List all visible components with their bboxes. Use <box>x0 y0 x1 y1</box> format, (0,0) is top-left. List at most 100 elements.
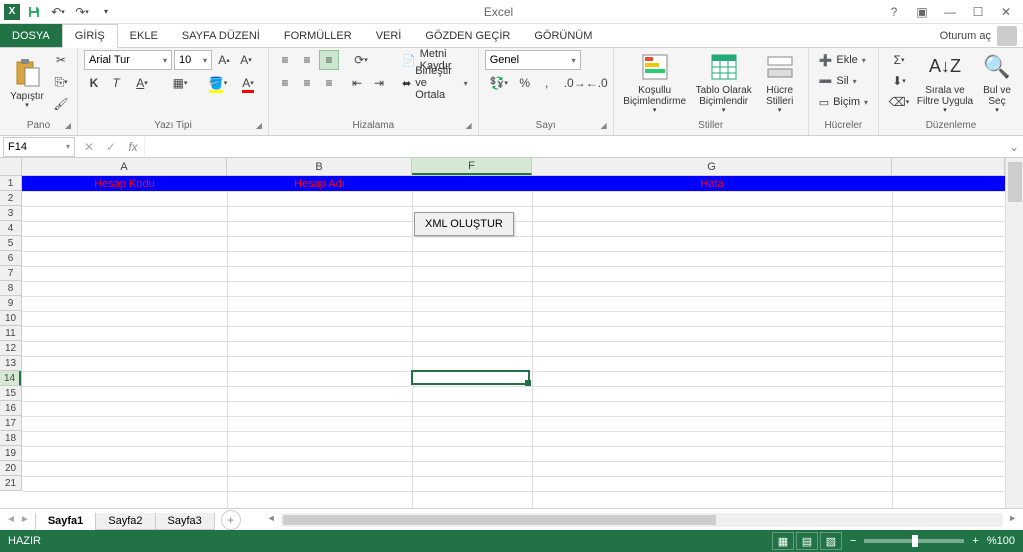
decrease-indent-icon[interactable]: ⇤ <box>347 73 367 93</box>
tab-view[interactable]: GÖRÜNÜM <box>522 24 604 47</box>
increase-font-icon[interactable]: A▴ <box>214 50 234 70</box>
row-header-8[interactable]: 8 <box>0 281 21 296</box>
page-break-view-icon[interactable]: ▧ <box>820 532 842 550</box>
fill-color-icon[interactable]: 🪣▾ <box>204 73 232 93</box>
delete-cells-button[interactable]: ➖Sil▾ <box>815 71 861 91</box>
row-header-12[interactable]: 12 <box>0 341 21 356</box>
sheet-tab-sayfa1[interactable]: Sayfa1 <box>35 513 96 530</box>
italic-icon[interactable]: T <box>106 73 126 93</box>
row-header-10[interactable]: 10 <box>0 311 21 326</box>
font-name-combo[interactable]: Arial Tur▾ <box>84 50 172 70</box>
alignment-launcher-icon[interactable]: ◢ <box>466 119 472 133</box>
column-header-B[interactable]: B <box>227 158 412 175</box>
format-cells-button[interactable]: ▭Biçim▾ <box>815 92 872 112</box>
align-left-icon[interactable]: ≡ <box>275 73 295 93</box>
zoom-slider[interactable] <box>864 539 964 543</box>
tab-data[interactable]: VERİ <box>364 24 414 47</box>
tab-formulas[interactable]: FORMÜLLER <box>272 24 364 47</box>
merge-center-button[interactable]: ⬌Birleştir ve Ortala▾ <box>398 73 472 93</box>
row-header-5[interactable]: 5 <box>0 236 21 251</box>
row-header-13[interactable]: 13 <box>0 356 21 371</box>
row-headers[interactable]: 123456789101112131415161718192021 <box>0 176 22 491</box>
sheet-nav-next-icon[interactable]: ► <box>20 514 30 525</box>
row-header-7[interactable]: 7 <box>0 266 21 281</box>
paste-button[interactable]: Yapıştır ▾ <box>6 50 48 116</box>
fill-icon[interactable]: ⬇▾ <box>885 71 913 91</box>
tab-insert[interactable]: EKLE <box>118 24 170 47</box>
zoom-in-icon[interactable]: + <box>972 535 978 547</box>
clipboard-launcher-icon[interactable]: ◢ <box>65 119 71 133</box>
decrease-decimal-icon[interactable]: ←.0 <box>587 73 607 93</box>
column-headers[interactable]: ABFG <box>22 158 1005 176</box>
underline-icon[interactable]: A▾ <box>128 73 156 93</box>
accounting-format-icon[interactable]: 💱▾ <box>485 73 513 93</box>
bold-icon[interactable]: K <box>84 73 104 93</box>
expand-formula-bar-icon[interactable]: ⌄ <box>1005 140 1023 154</box>
row-header-4[interactable]: 4 <box>0 221 21 236</box>
new-sheet-button[interactable]: + <box>221 510 241 530</box>
align-top-icon[interactable]: ≡ <box>275 50 295 70</box>
tab-page-layout[interactable]: SAYFA DÜZENİ <box>170 24 272 47</box>
maximize-icon[interactable]: ☐ <box>965 2 991 22</box>
increase-decimal-icon[interactable]: .0→ <box>565 73 585 93</box>
qat-customize-icon[interactable]: ▾ <box>96 2 116 22</box>
align-bottom-icon[interactable]: ≡ <box>319 50 339 70</box>
ribbon-display-icon[interactable]: ▣ <box>909 2 935 22</box>
minimize-icon[interactable]: — <box>937 2 963 22</box>
tab-file[interactable]: DOSYA <box>0 24 62 47</box>
row-header-20[interactable]: 20 <box>0 461 21 476</box>
sheet-tab-sayfa2[interactable]: Sayfa2 <box>95 513 155 530</box>
find-select-button[interactable]: 🔍 Bul ve Seç▾ <box>977 50 1017 116</box>
row-header-11[interactable]: 11 <box>0 326 21 341</box>
formula-input[interactable] <box>144 137 1005 157</box>
sheet-tab-sayfa3[interactable]: Sayfa3 <box>155 513 215 530</box>
tab-home[interactable]: GİRİŞ <box>62 24 118 48</box>
orientation-icon[interactable]: ⟳▾ <box>347 50 375 70</box>
save-icon[interactable] <box>24 2 44 22</box>
row-header-19[interactable]: 19 <box>0 446 21 461</box>
cell-styles-button[interactable]: Hücre Stilleri▾ <box>758 50 802 116</box>
insert-function-icon[interactable]: fx <box>122 137 144 157</box>
increase-indent-icon[interactable]: ⇥ <box>369 73 389 93</box>
xml-create-button[interactable]: XML OLUŞTUR <box>414 212 514 236</box>
column-header-blank[interactable] <box>892 158 1005 175</box>
horizontal-scrollbar[interactable] <box>281 513 1003 527</box>
column-header-G[interactable]: G <box>532 158 892 175</box>
percent-format-icon[interactable]: % <box>515 73 535 93</box>
row-header-1[interactable]: 1 <box>0 176 21 191</box>
row-header-3[interactable]: 3 <box>0 206 21 221</box>
row-header-6[interactable]: 6 <box>0 251 21 266</box>
normal-view-icon[interactable]: ▦ <box>772 532 794 550</box>
sort-filter-button[interactable]: A↓Z Sırala ve Filtre Uygula▾ <box>916 50 974 116</box>
zoom-out-icon[interactable]: − <box>850 535 856 547</box>
sheet-nav-prev-icon[interactable]: ◄ <box>6 514 16 525</box>
row-header-2[interactable]: 2 <box>0 191 21 206</box>
decrease-font-icon[interactable]: A▾ <box>236 50 256 70</box>
enter-formula-icon[interactable]: ✓ <box>100 137 122 157</box>
clear-icon[interactable]: ⌫▾ <box>885 92 913 112</box>
name-box[interactable]: F14▾ <box>3 137 75 157</box>
row-header-21[interactable]: 21 <box>0 476 21 491</box>
row-header-16[interactable]: 16 <box>0 401 21 416</box>
sign-in-link[interactable]: Oturum aç <box>940 30 991 42</box>
undo-icon[interactable]: ↶▾ <box>48 2 68 22</box>
autosum-icon[interactable]: Σ▾ <box>885 50 913 70</box>
column-header-F[interactable]: F <box>412 158 532 175</box>
row-header-15[interactable]: 15 <box>0 386 21 401</box>
row-header-14[interactable]: 14 <box>0 371 21 386</box>
align-center-icon[interactable]: ≡ <box>297 73 317 93</box>
row-header-9[interactable]: 9 <box>0 296 21 311</box>
border-icon[interactable]: ▦▾ <box>166 73 194 93</box>
help-icon[interactable]: ? <box>881 2 907 22</box>
comma-format-icon[interactable]: , <box>537 73 557 93</box>
align-right-icon[interactable]: ≡ <box>319 73 339 93</box>
insert-cells-button[interactable]: ➕Ekle▾ <box>815 50 870 70</box>
font-launcher-icon[interactable]: ◢ <box>256 119 262 133</box>
fill-handle[interactable] <box>525 380 531 386</box>
font-color-icon[interactable]: A▾ <box>234 73 262 93</box>
align-middle-icon[interactable]: ≡ <box>297 50 317 70</box>
font-size-combo[interactable]: 10▾ <box>174 50 212 70</box>
tab-review[interactable]: GÖZDEN GEÇİR <box>413 24 522 47</box>
column-header-A[interactable]: A <box>22 158 227 175</box>
zoom-level[interactable]: %100 <box>987 535 1015 547</box>
